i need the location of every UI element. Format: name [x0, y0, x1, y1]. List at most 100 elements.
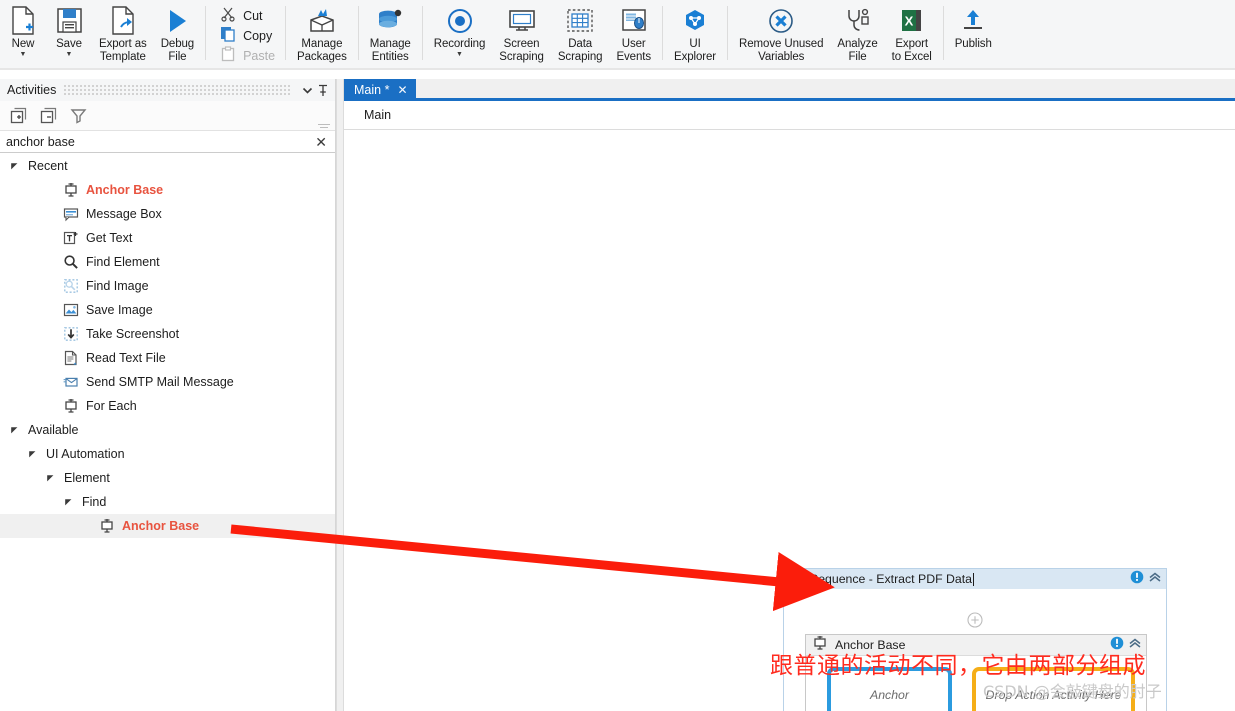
- tree-item-for-each[interactable]: For Each: [0, 394, 335, 418]
- filter-icon[interactable]: [68, 106, 88, 126]
- mail-icon: [62, 373, 80, 391]
- tree-node-label: Find Image: [86, 279, 149, 293]
- expander-triangle-icon[interactable]: [8, 154, 20, 178]
- analyze-file-button[interactable]: Analyze File: [830, 0, 884, 63]
- tree-node-label: Anchor Base: [122, 519, 200, 533]
- new-button[interactable]: New ▼: [0, 0, 46, 59]
- breadcrumb-label: Main: [364, 108, 392, 122]
- clipboard-icon: [220, 45, 236, 67]
- copy-button[interactable]: Copy: [216, 26, 279, 46]
- ribbon-divider-7: [942, 6, 944, 60]
- tree-item-read-text-file[interactable]: Read Text File: [0, 346, 335, 370]
- debug-file-button[interactable]: Debug File: [154, 0, 201, 63]
- activities-tree[interactable]: Recent Anchor Base Message Box Get Text Find…: [0, 154, 335, 711]
- screen-scraping-label: Screen Scraping: [499, 38, 544, 63]
- tree-no-expander: [44, 370, 56, 394]
- tree-group-element[interactable]: Element: [0, 466, 335, 490]
- remove-unused-variables-button[interactable]: Remove Unused Variables: [732, 0, 830, 63]
- manage-packages-button[interactable]: Manage Packages: [290, 0, 354, 63]
- save-dropdown-caret[interactable]: ▼: [66, 51, 73, 59]
- tree-item-get-text[interactable]: Get Text: [0, 226, 335, 250]
- plus-circle-icon[interactable]: [967, 612, 983, 628]
- info-badge-icon[interactable]: [1110, 636, 1124, 655]
- tree-node-label: Send SMTP Mail Message: [86, 375, 234, 389]
- manage-entities-button[interactable]: Manage Entities: [363, 0, 418, 63]
- ribbon-divider-6: [727, 6, 729, 60]
- workflow-canvas[interactable]: Sequence - Extract PDF Data Anchor Base …: [344, 130, 1235, 711]
- tree-item-anchor-base[interactable]: Anchor Base: [0, 178, 335, 202]
- copy-label: Copy: [243, 29, 273, 43]
- tree-no-expander: [44, 226, 56, 250]
- save-button[interactable]: Save ▼: [46, 0, 92, 59]
- sequence-header[interactable]: Sequence - Extract PDF Data: [784, 569, 1166, 589]
- chevron-up-double-icon[interactable]: [1128, 636, 1142, 655]
- chevron-down-icon[interactable]: [299, 82, 315, 98]
- chevron-up-double-icon[interactable]: [1148, 570, 1162, 589]
- sequence-title: Sequence - Extract PDF Data: [810, 572, 974, 586]
- panel-resize-grip[interactable]: [318, 122, 330, 128]
- ribbon-group-entities: Manage Entities: [363, 0, 418, 68]
- clear-search-icon[interactable]: ✕: [313, 135, 329, 149]
- tree-item-save-image[interactable]: Save Image: [0, 298, 335, 322]
- tree-item-take-screenshot[interactable]: Take Screenshot: [0, 322, 335, 346]
- ribbon-group-explorer: UI Explorer: [667, 0, 723, 68]
- paste-button[interactable]: Paste: [216, 45, 279, 67]
- expander-triangle-icon[interactable]: [62, 490, 74, 514]
- panel-splitter[interactable]: [336, 79, 344, 711]
- collapse-all-icon[interactable]: [38, 106, 58, 126]
- export-to-excel-button[interactable]: X Export to Excel: [885, 0, 939, 63]
- info-badge-icon[interactable]: [1130, 570, 1144, 589]
- ribbon-divider-5: [662, 6, 664, 60]
- search-input[interactable]: [6, 134, 314, 149]
- ui-explorer-button[interactable]: UI Explorer: [667, 0, 723, 63]
- activities-panel-title: Activities: [7, 83, 57, 97]
- get-text-icon: [62, 229, 80, 247]
- tree-group-available[interactable]: Available: [0, 418, 335, 442]
- tree-group-recent[interactable]: Recent: [0, 154, 335, 178]
- tab-main-label: Main *: [354, 83, 390, 97]
- pin-icon[interactable]: [315, 82, 331, 98]
- cut-button[interactable]: Cut: [216, 6, 279, 26]
- anchor-base-icon: [62, 181, 80, 199]
- recording-dropdown-caret[interactable]: ▼: [456, 51, 463, 59]
- tab-main[interactable]: Main * ✕: [344, 79, 416, 101]
- data-scraping-button[interactable]: Data Scraping: [551, 0, 610, 63]
- close-icon[interactable]: ✕: [397, 83, 407, 97]
- tree-node-label: Save Image: [86, 303, 153, 317]
- tree-node-label: Take Screenshot: [86, 327, 180, 341]
- tree-item-send-smtp-mail-message[interactable]: Send SMTP Mail Message: [0, 370, 335, 394]
- tree-node-label: Get Text: [86, 231, 133, 245]
- publish-button[interactable]: Publish: [948, 0, 999, 51]
- new-dropdown-caret[interactable]: ▼: [20, 51, 27, 59]
- ribbon-group-wizards: Recording ▼ Screen Scraping Data Scrapin…: [427, 0, 658, 68]
- manage-entities-label: Manage Entities: [369, 38, 411, 63]
- activities-toolbar: [0, 101, 335, 131]
- expander-triangle-icon[interactable]: [8, 418, 20, 442]
- user-events-label: User Events: [616, 38, 652, 63]
- anchor-base-icon: [98, 517, 116, 535]
- new-button-label: New: [11, 38, 35, 50]
- tree-group-find[interactable]: Find: [0, 490, 335, 514]
- expander-triangle-icon[interactable]: [26, 442, 38, 466]
- message-box-icon: [62, 205, 80, 223]
- debug-file-label: Debug File: [160, 38, 195, 63]
- recording-button[interactable]: Recording ▼: [427, 0, 493, 59]
- user-events-button[interactable]: User Events: [609, 0, 658, 63]
- tree-node-label: UI Automation: [46, 447, 125, 461]
- tree-item-find-image[interactable]: Find Image: [0, 274, 335, 298]
- tree-item-anchor-base[interactable]: Anchor Base: [0, 514, 335, 538]
- package-box-icon: [307, 4, 337, 38]
- expander-triangle-icon[interactable]: [44, 466, 56, 490]
- export-template-icon: [110, 4, 136, 38]
- breadcrumb[interactable]: Main: [344, 101, 1235, 130]
- tree-item-message-box[interactable]: Message Box: [0, 202, 335, 226]
- export-as-template-button[interactable]: Export as Template: [92, 0, 154, 63]
- stethoscope-icon: [844, 4, 872, 38]
- screen-scraping-button[interactable]: Screen Scraping: [492, 0, 551, 63]
- expand-all-icon[interactable]: [8, 106, 28, 126]
- tree-group-ui-automation[interactable]: UI Automation: [0, 442, 335, 466]
- activities-panel: Activities ✕ RecentAnchor: [0, 79, 336, 711]
- for-each-icon: [62, 397, 80, 415]
- text-caret: [972, 572, 974, 586]
- tree-item-find-element[interactable]: Find Element: [0, 250, 335, 274]
